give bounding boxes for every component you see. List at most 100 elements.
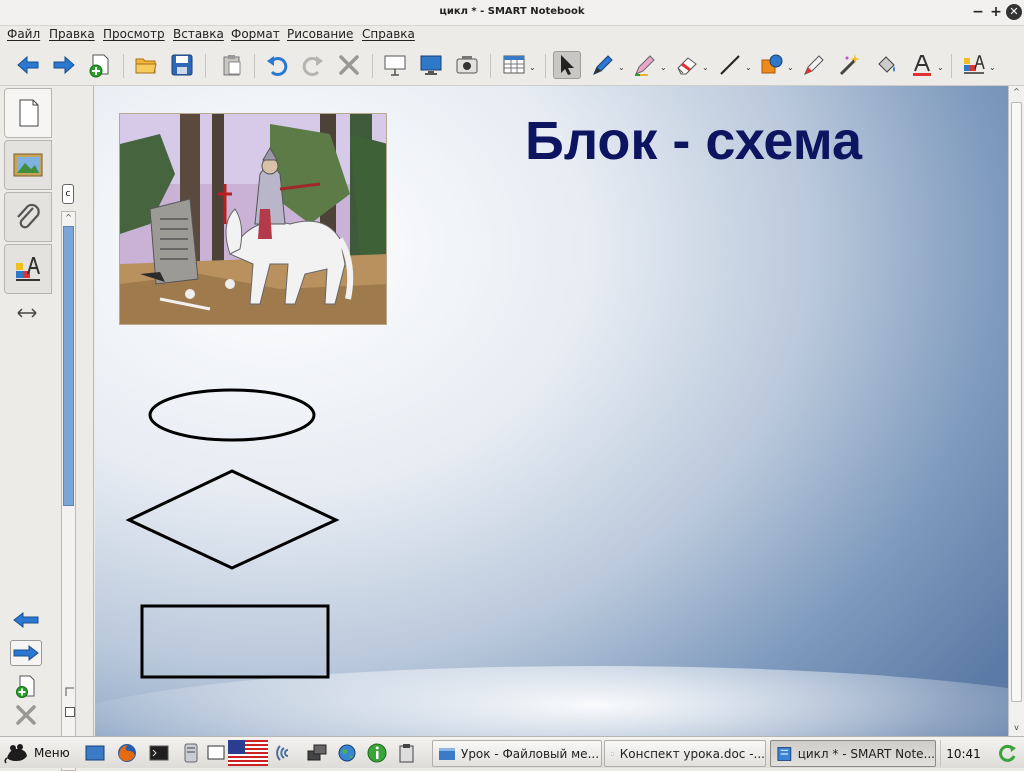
delete-page-button[interactable] xyxy=(14,704,38,726)
capture-button[interactable] xyxy=(453,51,481,79)
file-manager-launcher[interactable] xyxy=(178,740,204,766)
globe-icon xyxy=(338,744,356,762)
properties-tab-icon xyxy=(16,257,40,281)
info-button[interactable] xyxy=(364,740,390,766)
back-page-button[interactable] xyxy=(14,51,42,79)
network-indicator[interactable] xyxy=(304,740,330,766)
tab-gallery[interactable] xyxy=(4,140,52,190)
resize-sidebar-icon[interactable] xyxy=(16,306,38,320)
folder-icon xyxy=(135,58,157,74)
canvas-scroll-up-arrow[interactable]: ^ xyxy=(1011,87,1022,99)
task-document[interactable]: Конспект урока.doc -... xyxy=(604,740,766,767)
whiteboard-canvas[interactable]: Блок - схема xyxy=(95,86,1008,736)
process-rectangle-shape[interactable] xyxy=(140,604,330,679)
menu-insert[interactable]: Вставка xyxy=(173,27,224,41)
terminator-oval-shape[interactable] xyxy=(148,388,316,442)
decision-diamond-shape[interactable] xyxy=(125,469,340,570)
next-page-button[interactable] xyxy=(10,640,42,666)
properties-button[interactable] xyxy=(960,51,988,79)
auto-hide-toggle[interactable]: c xyxy=(62,184,74,204)
arrow-left-icon xyxy=(13,611,39,629)
show-screen-shade-button[interactable] xyxy=(381,51,409,79)
firefox-launcher[interactable] xyxy=(114,740,140,766)
menu-file[interactable]: Файл xyxy=(7,27,40,41)
save-button[interactable] xyxy=(168,51,196,79)
forward-page-button[interactable] xyxy=(50,51,78,79)
arrow-right-icon xyxy=(13,644,39,662)
canvas-scrollbar[interactable]: ^ v xyxy=(1008,86,1024,736)
keyboard-layout-indicator[interactable] xyxy=(228,740,268,766)
add-page-icon xyxy=(16,675,35,698)
close-button[interactable]: ✕ xyxy=(1006,4,1022,20)
desktop-icon xyxy=(85,745,105,761)
menu-draw[interactable]: Рисование xyxy=(287,27,353,41)
creative-pen-icon xyxy=(635,55,655,76)
shapes-tool-button[interactable] xyxy=(758,51,786,79)
tab-attachments[interactable] xyxy=(4,192,52,242)
paint-bucket-button[interactable] xyxy=(872,51,900,79)
session-button[interactable] xyxy=(994,740,1020,766)
pointer-icon xyxy=(561,55,574,75)
start-menu-button[interactable]: Меню xyxy=(4,741,70,765)
page-small-icon xyxy=(64,706,76,718)
task-smart-notebook[interactable]: цикл * - SMART Note... xyxy=(770,740,936,767)
menu-format[interactable]: Формат xyxy=(231,27,280,41)
text-tool-button[interactable] xyxy=(908,51,936,79)
undo-icon xyxy=(267,56,288,76)
magic-pen-button[interactable] xyxy=(836,51,864,79)
insert-blank-page-button[interactable] xyxy=(14,674,38,698)
pencil-icon xyxy=(804,55,824,75)
menu-bar: Файл Правка Просмотр Вставка Формат Рисо… xyxy=(0,26,1024,46)
terminal-launcher[interactable] xyxy=(146,740,172,766)
delete-button[interactable] xyxy=(335,51,363,79)
show-desktop-button[interactable] xyxy=(82,740,108,766)
illustration-knight-at-crossroads[interactable] xyxy=(119,113,387,325)
previous-page-button[interactable] xyxy=(12,610,40,630)
task-file-manager[interactable]: Урок - Файловый ме... xyxy=(432,740,602,767)
sidebar-scroll-thumb[interactable] xyxy=(63,226,74,506)
creative-pen-button[interactable] xyxy=(631,51,659,79)
line-tool-button[interactable] xyxy=(716,51,744,79)
canvas-scroll-down-arrow[interactable]: v xyxy=(1011,723,1022,735)
add-page-button[interactable] xyxy=(86,51,114,79)
window-switcher[interactable] xyxy=(206,740,226,766)
add-page-icon xyxy=(89,54,109,78)
title-bar: цикл * - SMART Notebook − + ✕ xyxy=(0,0,1024,26)
undo-button[interactable] xyxy=(263,51,291,79)
gallery-icon xyxy=(13,153,43,177)
side-panel: c ^ v xyxy=(0,86,94,771)
redo-button[interactable] xyxy=(299,51,327,79)
minimize-button[interactable]: − xyxy=(970,4,986,20)
maximize-button[interactable]: + xyxy=(988,4,1004,20)
open-button[interactable] xyxy=(132,51,160,79)
paste-button[interactable] xyxy=(218,51,246,79)
scroll-up-arrow[interactable]: ^ xyxy=(63,212,74,224)
clock[interactable]: 10:41 xyxy=(940,740,986,767)
menu-help[interactable]: Справка xyxy=(362,27,415,41)
info-icon xyxy=(367,743,387,763)
select-tool-button[interactable] xyxy=(553,51,581,79)
toolbar: ⌄ ⌄ ⌄ ⌄ ⌄ ⌄ ⌄ ⌄ xyxy=(0,46,1024,86)
network-icon xyxy=(307,744,327,761)
pen-icon xyxy=(593,55,613,75)
wireless-indicator[interactable] xyxy=(274,740,300,766)
tab-properties[interactable] xyxy=(4,244,52,294)
clipboard-tray-icon xyxy=(399,744,414,763)
terminal-icon xyxy=(149,745,169,761)
canvas-scroll-thumb[interactable] xyxy=(1011,102,1022,702)
menu-edit[interactable]: Правка xyxy=(49,27,95,41)
browser-launcher[interactable] xyxy=(334,740,360,766)
fill-tool-button[interactable] xyxy=(800,51,828,79)
tab-page-sorter[interactable] xyxy=(4,88,52,138)
eraser-button[interactable] xyxy=(673,51,701,79)
full-screen-button[interactable] xyxy=(417,51,445,79)
page-heading[interactable]: Блок - схема xyxy=(525,110,862,172)
document-task-icon xyxy=(611,752,614,755)
menu-view[interactable]: Просмотр xyxy=(103,27,165,41)
clipboard-tray[interactable] xyxy=(394,740,420,766)
table-button[interactable] xyxy=(500,51,528,79)
properties-icon xyxy=(964,55,985,74)
window-title: цикл * - SMART Notebook xyxy=(439,6,585,17)
us-flag-icon xyxy=(228,740,268,766)
pen-tool-button[interactable] xyxy=(589,51,617,79)
